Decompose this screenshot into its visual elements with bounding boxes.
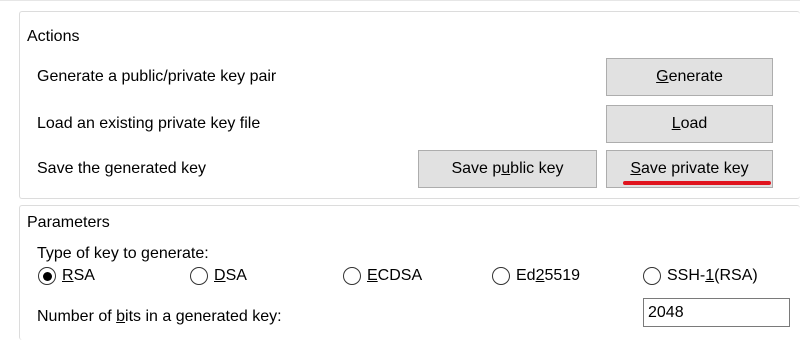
parameters-group-title: Parameters — [25, 213, 113, 233]
radio-ssh1-rsa-label-pre: SSH- — [667, 267, 706, 284]
radio-ed25519-mnemonic: 2 — [535, 267, 545, 284]
load-button-label-post: oad — [680, 115, 708, 132]
radio-ecdsa-mnemonic: E — [367, 267, 378, 284]
generate-row-label: Generate a public/private key pair — [37, 68, 277, 85]
bits-input[interactable] — [643, 298, 790, 327]
radio-dsa-circle[interactable] — [190, 267, 208, 285]
save-private-key-mnemonic: S — [630, 160, 642, 177]
save-public-key-label-post: blic key — [510, 160, 564, 177]
radio-ssh1-rsa-circle[interactable] — [643, 267, 661, 285]
save-private-key-highlight-underline — [623, 181, 771, 185]
generate-button[interactable]: Generate — [606, 58, 773, 96]
radio-dsa-label-post: SA — [225, 267, 247, 284]
radio-dsa[interactable]: D SA — [190, 267, 247, 285]
bits-label-post: its in a generated key: — [125, 308, 282, 325]
radio-ed25519[interactable]: Ed 2 5519 — [492, 267, 580, 285]
top-edge-divider — [0, 0, 800, 1]
bits-label-pre: Number of — [37, 308, 117, 325]
generate-button-mnemonic: G — [656, 68, 669, 85]
save-public-key-button[interactable]: Save p u blic key — [418, 150, 597, 188]
actions-group-title: Actions — [25, 27, 83, 47]
load-row-label: Load an existing private key file — [37, 115, 261, 132]
radio-rsa-circle[interactable] — [38, 267, 56, 285]
load-button[interactable]: Load — [606, 105, 773, 143]
radio-ecdsa[interactable]: E CDSA — [343, 267, 422, 285]
radio-ecdsa-circle[interactable] — [343, 267, 361, 285]
radio-dsa-mnemonic: D — [214, 267, 226, 284]
radio-ssh1-rsa-label-post: (RSA) — [714, 267, 758, 284]
save-public-key-mnemonic: u — [501, 160, 511, 177]
save-public-key-label-pre: Save p — [451, 160, 502, 177]
bits-label-mnemonic: b — [116, 308, 126, 325]
bits-label: Number of bits in a generated key: — [37, 307, 282, 327]
radio-rsa-dot — [42, 271, 52, 281]
radio-rsa[interactable]: R SA — [38, 267, 95, 285]
radio-ed25519-label-pre: Ed — [516, 267, 536, 284]
save-private-key-label-post: ave private key — [641, 160, 749, 177]
radio-ecdsa-label-post: CDSA — [377, 267, 423, 284]
key-type-label: Type of key to generate: — [37, 245, 209, 262]
radio-rsa-mnemonic: R — [62, 267, 74, 284]
radio-ssh1-rsa[interactable]: SSH- 1 (RSA) — [643, 267, 758, 285]
save-row-label: Save the generated key — [37, 160, 207, 177]
radio-ed25519-circle[interactable] — [492, 267, 510, 285]
radio-ssh1-rsa-mnemonic: 1 — [705, 267, 715, 284]
radio-rsa-label-post: SA — [73, 267, 95, 284]
radio-ed25519-label-post: 5519 — [544, 267, 581, 284]
load-button-mnemonic: L — [671, 115, 681, 132]
generate-button-label-post: enerate — [668, 68, 723, 85]
